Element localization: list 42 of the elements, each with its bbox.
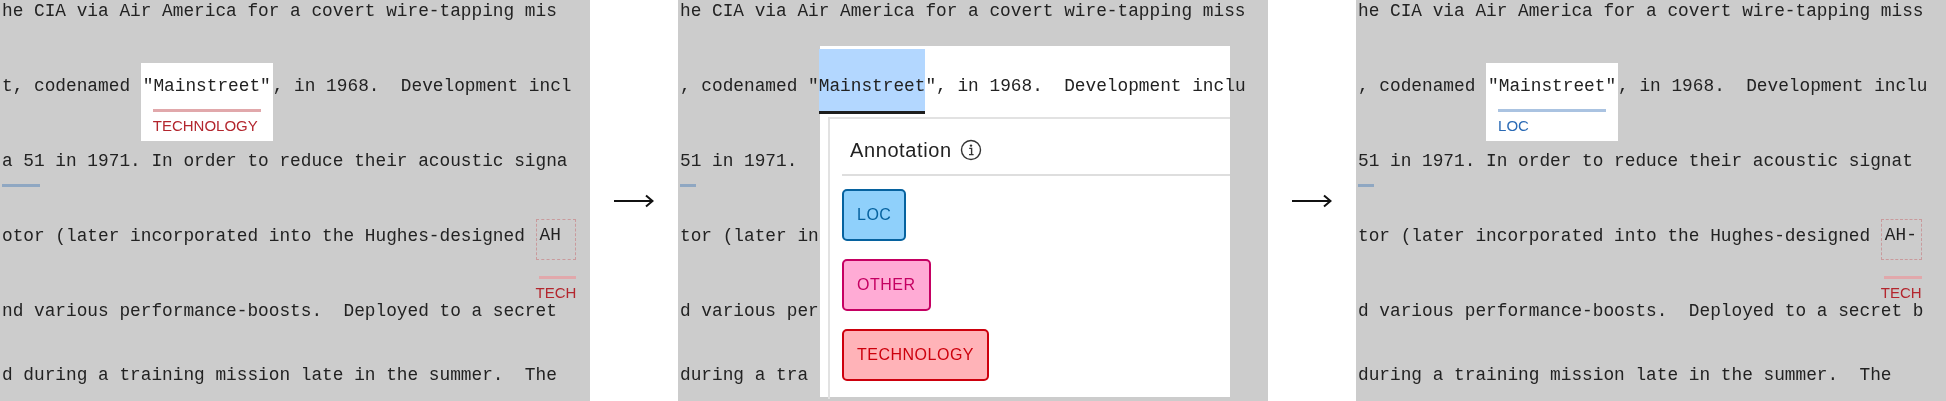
passage-text: , in 1968. Development inclu — [1618, 75, 1928, 97]
passage-text: in 1971. In order to reduce their acoustic signat — [1389, 150, 1913, 172]
passage-text: tor (later incorporated into the Hughes-designed — [1358, 225, 1872, 247]
popup-title: Annotation — [850, 138, 952, 162]
passage-text: a 51 — [2, 150, 45, 172]
passage-text: d various per — [680, 300, 819, 322]
passage-text: d various performance-boosts. Deployed to a secret b — [1358, 300, 1924, 322]
passage-text: in 1971. In order to reduce their acoustic signa — [54, 150, 568, 172]
passage-text: t, codenamed — [2, 75, 132, 97]
arrow-icon — [614, 193, 654, 208]
passage-text: he CIA via Air America for a covert wire-tapping mis — [2, 0, 557, 22]
info-icon[interactable] — [959, 139, 982, 161]
annotation-box[interactable]: "Mainstreet" TECHNOLOGY — [140, 63, 273, 141]
passage-text: he CIA via Air America for a covert wire-tapping miss — [680, 0, 1246, 22]
selected-text[interactable]: Mainstreet — [818, 49, 926, 114]
passage-text: in 1971. — [711, 150, 798, 172]
passage-text: 51 — [680, 150, 702, 172]
passage-text: 51 — [1358, 150, 1380, 172]
entity-label: TECH — [535, 284, 577, 301]
passage-text: during a training mission late in the summer. The — [1358, 364, 1892, 386]
passage-text: otor (later incorporated into the Hughes-designed — [2, 225, 526, 247]
entity-label: TECHNOLOGY — [152, 117, 259, 134]
label-underline — [538, 276, 577, 279]
passage-text: , codenamed " — [680, 75, 819, 97]
passage-text: , codenamed — [1358, 75, 1477, 97]
arrow-icon — [1292, 193, 1332, 208]
passage-text: he CIA via Air America for a covert wire-tapping miss — [1358, 0, 1924, 22]
label-option[interactable]: LOC — [842, 189, 907, 241]
annotation-box[interactable]: "Mainstreet" LOC — [1486, 63, 1619, 141]
annotated-word: "Mainstreet" — [142, 75, 271, 97]
entity-label: LOC — [1498, 117, 1530, 134]
passage-text: , in 1968. Development incl — [272, 75, 572, 97]
annotated-word: "Mainstreet" — [1488, 75, 1617, 97]
annotated-word[interactable]: AH — [535, 219, 577, 260]
label-underline — [1883, 276, 1922, 279]
annotated-word[interactable]: AH- — [1880, 219, 1922, 260]
passage-text: tor (later in — [680, 225, 819, 247]
passage-text: during a tra — [680, 364, 809, 386]
passage-text: nd various performance-boosts. Deployed to a secret — [2, 300, 557, 322]
passage-text: d during a training mission late in the summer. The — [2, 364, 557, 386]
entity-label: TECH — [1880, 284, 1922, 301]
passage-text: ", in 1968. Development inclu — [925, 75, 1246, 97]
